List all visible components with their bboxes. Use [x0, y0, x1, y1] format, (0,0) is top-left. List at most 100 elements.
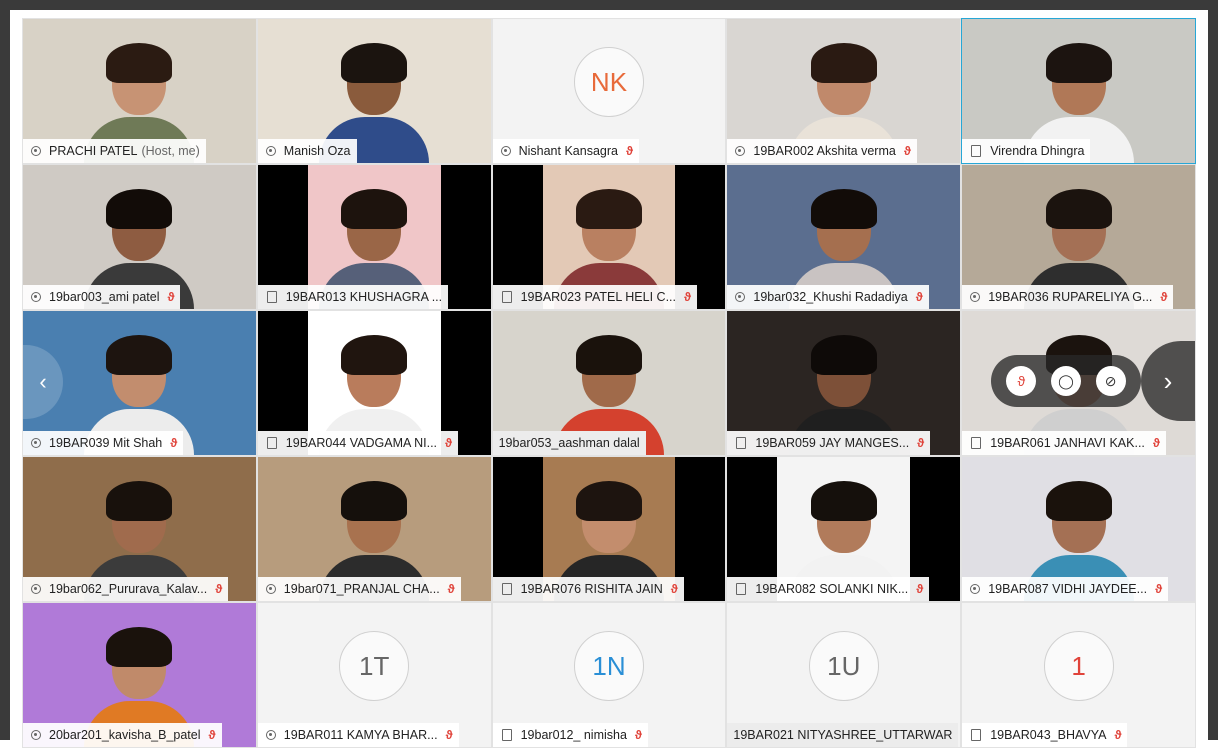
- headset-icon: [735, 146, 746, 156]
- phone-icon: [971, 729, 982, 741]
- participant-tile[interactable]: 1T 19BAR011 KAMYA BHAR... ϑ: [256, 602, 492, 748]
- participant-hair: [575, 481, 642, 521]
- participant-name-bar: 19bar053_aashman dalal: [492, 431, 646, 455]
- phone-icon: [736, 583, 747, 595]
- headset-icon: [31, 292, 41, 302]
- participant-name-bar: Manish Oza: [257, 139, 357, 163]
- participant-name-bar: 19BAR061 JANHAVI KAK... ϑ: [962, 431, 1166, 455]
- participant-name: Virendra Dhingra: [990, 144, 1085, 158]
- participant-hair: [341, 481, 408, 521]
- participant-tile[interactable]: 19BAR023 PATEL HELI C... ϑ: [491, 164, 727, 310]
- participant-tile[interactable]: 20bar201_kavisha_B_patel ϑ: [22, 602, 257, 748]
- participant-name: Nishant Kansagra: [518, 144, 618, 158]
- mic-muted-icon: ϑ: [167, 290, 175, 304]
- headset-icon: [265, 584, 276, 594]
- mic-muted-icon: ϑ: [684, 290, 691, 304]
- participant-avatar: 1N: [573, 631, 644, 701]
- participant-avatar: 1: [1043, 631, 1114, 701]
- participant-tile[interactable]: 19BAR044 VADGAMA NI... ϑ: [256, 310, 492, 456]
- participant-hair: [341, 43, 408, 83]
- window-frame-top: [0, 0, 1218, 10]
- participant-tile[interactable]: 19BAR002 Akshita verma ϑ: [726, 18, 962, 164]
- participant-tile[interactable]: 19bar032_Khushi Radadiya ϑ: [726, 164, 962, 310]
- chat-button[interactable]: ◯: [1050, 366, 1081, 396]
- participant-name-bar: 19BAR059 JAY MANGES... ϑ: [727, 431, 931, 455]
- participant-tile[interactable]: 19BAR087 VIDHI JAYDEE... ϑ: [961, 456, 1196, 602]
- mic-muted-icon: ϑ: [625, 144, 633, 158]
- mic-muted-icon: ϑ: [670, 582, 678, 596]
- headset-icon: [31, 584, 41, 594]
- participant-tile[interactable]: 19bar053_aashman dalal: [491, 310, 727, 456]
- headset-icon: [970, 292, 981, 302]
- phone-icon: [501, 583, 512, 595]
- participant-hair: [810, 43, 877, 83]
- participant-name-bar: 19bar071_PRANJAL CHA... ϑ: [257, 577, 461, 601]
- participant-name-bar: 19bar003_ami patel ϑ: [23, 285, 181, 309]
- participant-name: 19BAR059 JAY MANGES...: [755, 436, 910, 450]
- participant-hair: [106, 627, 173, 667]
- participant-name-bar: 19BAR023 PATEL HELI C... ϑ: [492, 285, 697, 309]
- participant-name-bar: 19BAR036 RUPARELIYA G... ϑ: [962, 285, 1174, 309]
- participant-name: 19BAR036 RUPARELIYA G...: [988, 290, 1153, 304]
- phone-icon: [971, 437, 982, 449]
- participant-tile[interactable]: ϑ ◯ ⊘ › 19BAR061 JANHAVI KAK... ϑ: [961, 310, 1196, 456]
- participant-hair: [106, 481, 173, 521]
- headset-icon: [500, 146, 511, 156]
- participant-tile[interactable]: 19BAR036 RUPARELIYA G... ϑ: [961, 164, 1196, 310]
- participant-hair: [341, 335, 408, 375]
- mic-muted-icon: ϑ: [170, 436, 178, 450]
- mic-muted-icon: ϑ: [447, 582, 455, 596]
- stop-video-button[interactable]: ⊘: [1095, 366, 1126, 396]
- participant-tile[interactable]: PRACHI PATEL (Host, me): [22, 18, 257, 164]
- phone-icon: [266, 437, 277, 449]
- participant-tile[interactable]: Virendra Dhingra: [961, 18, 1196, 164]
- phone-icon: [266, 291, 277, 303]
- participant-name: 19BAR061 JANHAVI KAK...: [990, 436, 1145, 450]
- participant-tile[interactable]: 19bar071_PRANJAL CHA... ϑ: [256, 456, 492, 602]
- mic-muted-icon: ϑ: [917, 436, 925, 450]
- participant-name: 19bar062_Pururava_Kalav...: [49, 582, 208, 596]
- participant-name: 19BAR087 VIDHI JAYDEE...: [988, 582, 1148, 596]
- participant-tile[interactable]: 19BAR076 RISHITA JAIN ϑ: [491, 456, 727, 602]
- participant-tile[interactable]: Manish Oza: [256, 18, 492, 164]
- participant-name-bar: Virendra Dhingra: [962, 139, 1091, 163]
- participant-name-bar: 19BAR011 KAMYA BHAR... ϑ: [257, 723, 459, 747]
- participant-tile[interactable]: 1 19BAR043_BHAVYA ϑ: [961, 602, 1196, 748]
- participant-tile[interactable]: 19bar003_ami patel ϑ: [22, 164, 257, 310]
- participant-tile[interactable]: 19BAR013 KHUSHAGRA ...: [256, 164, 492, 310]
- participant-tile[interactable]: 1U 19BAR021 NITYASHREE_UTTARWAR: [726, 602, 962, 748]
- participant-tile[interactable]: 19BAR059 JAY MANGES... ϑ: [726, 310, 962, 456]
- participant-hair: [575, 335, 642, 375]
- headset-icon: [970, 584, 981, 594]
- headset-icon: [735, 292, 746, 302]
- participant-name: 19BAR013 KHUSHAGRA ...: [285, 290, 443, 304]
- participant-tile[interactable]: NK Nishant Kansagra ϑ: [491, 18, 727, 164]
- participant-hair: [1045, 43, 1112, 83]
- participant-name-bar: 19bar062_Pururava_Kalav... ϑ: [23, 577, 229, 601]
- window-frame-right: [1208, 0, 1218, 740]
- mic-muted-icon: ϑ: [916, 582, 924, 596]
- participant-grid: PRACHI PATEL (Host, me) Manish Oza NK Nishan…: [22, 18, 1196, 748]
- participant-name-bar: 19BAR013 KHUSHAGRA ...: [257, 285, 449, 309]
- participant-hair: [1045, 481, 1112, 521]
- participant-avatar: NK: [573, 47, 644, 117]
- participant-name-bar: 19bar032_Khushi Radadiya ϑ: [727, 285, 929, 309]
- participant-name: 19bar071_PRANJAL CHA...: [283, 582, 440, 596]
- phone-icon: [736, 437, 747, 449]
- participant-name-bar: 19BAR076 RISHITA JAIN ϑ: [492, 577, 684, 601]
- participant-name-bar: PRACHI PATEL (Host, me): [23, 139, 206, 163]
- participant-tile[interactable]: ‹ 19BAR039 Mit Shah ϑ: [22, 310, 257, 456]
- unmute-button[interactable]: ϑ: [1006, 366, 1037, 396]
- participant-role: (Host, me): [141, 144, 200, 158]
- participant-tile[interactable]: 19BAR082 SOLANKI NIK... ϑ: [726, 456, 962, 602]
- participant-name: 19bar053_aashman dalal: [498, 436, 640, 450]
- participant-name-bar: 20bar201_kavisha_B_patel ϑ: [23, 723, 222, 747]
- participant-name: 19BAR023 PATEL HELI C...: [520, 290, 676, 304]
- participant-tile[interactable]: 1N 19bar012_ nimisha ϑ: [491, 602, 727, 748]
- participant-name: 19bar003_ami patel: [49, 290, 160, 304]
- participant-name-bar: 19bar012_ nimisha ϑ: [492, 723, 648, 747]
- participant-tile[interactable]: 19bar062_Pururava_Kalav... ϑ: [22, 456, 257, 602]
- participant-hair: [575, 189, 642, 229]
- participant-avatar: 1U: [808, 631, 879, 701]
- participant-name: 19BAR044 VADGAMA NI...: [285, 436, 438, 450]
